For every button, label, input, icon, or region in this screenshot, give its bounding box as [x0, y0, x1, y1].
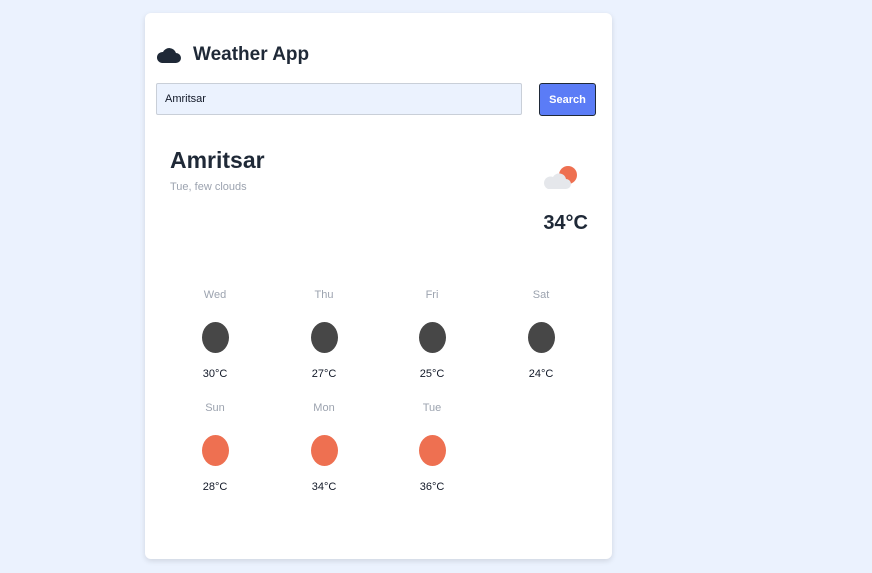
forecast-item: Fri 25°C — [392, 289, 472, 380]
forecast-item: Tue 36°C — [392, 402, 472, 493]
cloud-icon — [156, 44, 182, 66]
sun-behind-cloud-icon — [542, 160, 582, 192]
forecast-day: Sat — [532, 289, 550, 301]
forecast-temp: 25°C — [419, 368, 445, 380]
forecast-item: Sun 28°C — [175, 402, 255, 493]
sun-icon — [310, 435, 338, 466]
weather-card: Weather App Search Amritsar Tue, few clo… — [145, 13, 612, 559]
forecast-day: Sun — [205, 402, 225, 414]
forecast-day: Tue — [422, 402, 442, 414]
app-header: Weather App — [156, 44, 309, 66]
forecast-item: Mon 34°C — [284, 402, 364, 493]
forecast-temp: 36°C — [419, 481, 445, 493]
forecast-item: Sat 24°C — [501, 289, 581, 380]
current-temperature: 34°C — [543, 212, 588, 234]
search-input[interactable] — [156, 83, 522, 115]
dark-circle-icon — [527, 322, 555, 353]
dark-circle-icon — [310, 322, 338, 353]
sun-icon — [418, 435, 446, 466]
forecast-day: Fri — [425, 289, 439, 301]
forecast-temp: 34°C — [311, 481, 337, 493]
forecast-temp: 27°C — [311, 368, 337, 380]
weather-description: Tue, few clouds — [170, 181, 247, 193]
dark-circle-icon — [418, 322, 446, 353]
forecast-temp: 24°C — [528, 368, 554, 380]
sun-icon — [201, 435, 229, 466]
forecast-item: Thu 27°C — [284, 289, 364, 380]
forecast-day: Wed — [203, 289, 227, 301]
forecast-day: Mon — [313, 402, 335, 414]
forecast-temp: 30°C — [202, 368, 228, 380]
dark-circle-icon — [201, 322, 229, 353]
forecast-item: Wed 30°C — [175, 289, 255, 380]
forecast-day: Thu — [314, 289, 334, 301]
forecast-temp: 28°C — [202, 481, 228, 493]
search-button[interactable]: Search — [539, 83, 596, 116]
app-title: Weather App — [193, 44, 310, 65]
city-name: Amritsar — [170, 147, 265, 173]
